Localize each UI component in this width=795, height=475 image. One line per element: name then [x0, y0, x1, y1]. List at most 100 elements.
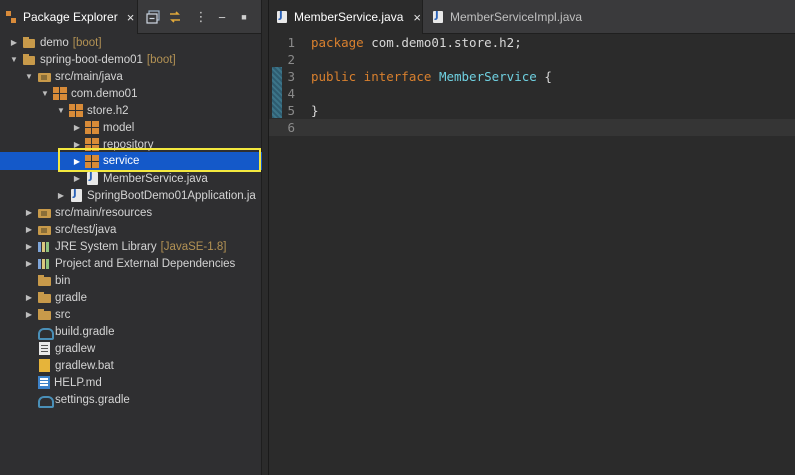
- gradle-file-icon: [37, 393, 54, 408]
- folder-icon: [37, 274, 51, 287]
- view-menu-icon[interactable]: ⋮: [193, 9, 209, 25]
- keyword: public interface: [311, 69, 432, 84]
- tree-item-project-external-dependencies[interactable]: ▶ Project and External Dependencies: [0, 255, 262, 272]
- expand-arrow-icon[interactable]: ▶: [24, 225, 34, 235]
- collapse-arrow-icon[interactable]: ▼: [56, 106, 66, 116]
- code-line[interactable]: 2: [269, 51, 795, 68]
- tree-item-label: com.demo01: [71, 87, 138, 100]
- collapse-arrow-icon[interactable]: ▼: [24, 72, 34, 82]
- line-number: 4: [287, 86, 295, 101]
- maximize-icon[interactable]: ■: [236, 9, 252, 25]
- tab-label: Package Explorer: [23, 10, 118, 24]
- tree-item-repository[interactable]: ▶ repository: [0, 136, 262, 153]
- code-rest: com.demo01.store.h2;: [363, 35, 522, 50]
- tree-item-demo[interactable]: ▶ demo [boot]: [0, 34, 262, 51]
- expand-arrow-icon[interactable]: ▶: [24, 310, 34, 320]
- tree-item-label: MemberService.java: [103, 172, 208, 185]
- folder-icon: [37, 291, 51, 304]
- code-line-current[interactable]: 6: [269, 119, 795, 136]
- tree-item-decoration: [boot]: [72, 36, 102, 49]
- tree-item-memberservice-java[interactable]: ▶ MemberService.java: [0, 170, 262, 187]
- package-icon: [53, 87, 67, 100]
- expand-arrow-icon[interactable]: ▶: [9, 38, 19, 48]
- tree-item-bin[interactable]: bin: [0, 272, 262, 289]
- expand-arrow-icon[interactable]: ▶: [72, 174, 82, 184]
- tree-item-label: JRE System Library: [55, 240, 157, 253]
- collapse-all-icon[interactable]: [145, 9, 161, 25]
- tree-item-spring-boot-demo01[interactable]: ▼ spring-boot-demo01 [boot]: [0, 51, 262, 68]
- tab-package-explorer[interactable]: Package Explorer ×: [0, 0, 138, 34]
- editor-area: MemberService.java × MemberServiceImpl.j…: [268, 0, 795, 475]
- tree-item-label: SpringBootDemo01Application.ja: [87, 189, 256, 202]
- tree-item-label: settings.gradle: [55, 393, 130, 406]
- tree-item-label: store.h2: [87, 104, 129, 117]
- tree-item-com-demo01[interactable]: ▼ com.demo01: [0, 85, 262, 102]
- expand-arrow-icon[interactable]: ▶: [24, 293, 34, 303]
- tab-memberserviceimpl-java[interactable]: MemberServiceImpl.java: [425, 0, 585, 34]
- code-line[interactable]: 5 }: [269, 102, 795, 119]
- tree-item-settings-gradle[interactable]: settings.gradle: [0, 391, 262, 408]
- tree-item-gradle[interactable]: ▶ gradle: [0, 289, 262, 306]
- source-folder-icon: [37, 223, 51, 236]
- minimize-icon[interactable]: −: [214, 9, 230, 25]
- gradle-file-icon: [37, 325, 54, 340]
- tree-item-springbootdemo01application[interactable]: ▶ SpringBootDemo01Application.ja: [0, 187, 262, 204]
- tree-item-label: gradlew: [55, 342, 96, 355]
- line-number: 2: [287, 52, 295, 67]
- tab-memberservice-java[interactable]: MemberService.java ×: [269, 0, 423, 34]
- close-icon[interactable]: ×: [413, 10, 421, 25]
- tree-item-model[interactable]: ▶ model: [0, 119, 262, 136]
- tree-item-label: Project and External Dependencies: [55, 257, 236, 270]
- tree-item-gradlew-bat[interactable]: gradlew.bat: [0, 357, 262, 374]
- project-icon: [22, 53, 36, 66]
- code-line[interactable]: 1 package com.demo01.store.h2;: [269, 34, 795, 51]
- tree-item-store-h2[interactable]: ▼ store.h2: [0, 102, 262, 119]
- expand-arrow-icon[interactable]: ▶: [72, 123, 82, 133]
- tree-item-gradlew[interactable]: gradlew: [0, 340, 262, 357]
- editor-tabbar: MemberService.java × MemberServiceImpl.j…: [269, 0, 795, 34]
- line-number: 1: [287, 35, 295, 50]
- tree-item-src-test-java[interactable]: ▶ src/test/java: [0, 221, 262, 238]
- tree-item-build-gradle[interactable]: build.gradle: [0, 323, 262, 340]
- tree-item-label: src/main/java: [55, 70, 123, 83]
- tree-item-label: gradlew.bat: [55, 359, 114, 372]
- tree-item-label: spring-boot-demo01: [40, 53, 143, 66]
- tree-item-src-main-java[interactable]: ▼ src/main/java: [0, 68, 262, 85]
- tree-item-label: build.gradle: [55, 325, 115, 338]
- library-icon: [37, 240, 51, 253]
- library-icon: [37, 257, 51, 270]
- markdown-file-icon: [38, 376, 50, 389]
- code-editor[interactable]: 1 package com.demo01.store.h2; 2 3 publi…: [269, 34, 795, 475]
- expand-arrow-icon[interactable]: ▶: [72, 156, 82, 166]
- tree-item-label: src/main/resources: [55, 206, 153, 219]
- tree-item-src[interactable]: ▶ src: [0, 306, 262, 323]
- tree-item-label: src/test/java: [55, 223, 117, 236]
- code-text: package com.demo01.store.h2;: [311, 35, 522, 50]
- project-icon: [22, 36, 36, 49]
- tree-item-service[interactable]: ▶ service: [0, 152, 262, 170]
- collapse-arrow-icon[interactable]: ▼: [40, 89, 50, 99]
- expand-arrow-icon[interactable]: ▶: [24, 259, 34, 269]
- tree-item-src-main-resources[interactable]: ▶ src/main/resources: [0, 204, 262, 221]
- code-text: public interface MemberService {: [311, 69, 552, 84]
- line-number: 5: [287, 103, 295, 118]
- code-line[interactable]: 3 public interface MemberService {: [269, 68, 795, 85]
- type-name: MemberService: [438, 69, 537, 84]
- tree-item-label: HELP.md: [54, 376, 102, 389]
- expand-arrow-icon[interactable]: ▶: [24, 242, 34, 252]
- collapse-arrow-icon[interactable]: ▼: [9, 55, 19, 65]
- tree-item-help-md[interactable]: HELP.md: [0, 374, 262, 391]
- tree-item-jre-system-library[interactable]: ▶ JRE System Library [JavaSE-1.8]: [0, 238, 262, 255]
- tree-item-label: service: [103, 155, 140, 167]
- source-folder-icon: [37, 206, 51, 219]
- link-with-editor-icon[interactable]: [167, 9, 183, 25]
- java-file-icon: [433, 10, 443, 23]
- expand-arrow-icon[interactable]: ▶: [72, 140, 82, 150]
- expand-arrow-icon[interactable]: ▶: [24, 208, 34, 218]
- code-line[interactable]: 4: [269, 85, 795, 102]
- close-icon[interactable]: ×: [127, 10, 135, 25]
- expand-arrow-icon[interactable]: ▶: [56, 191, 66, 201]
